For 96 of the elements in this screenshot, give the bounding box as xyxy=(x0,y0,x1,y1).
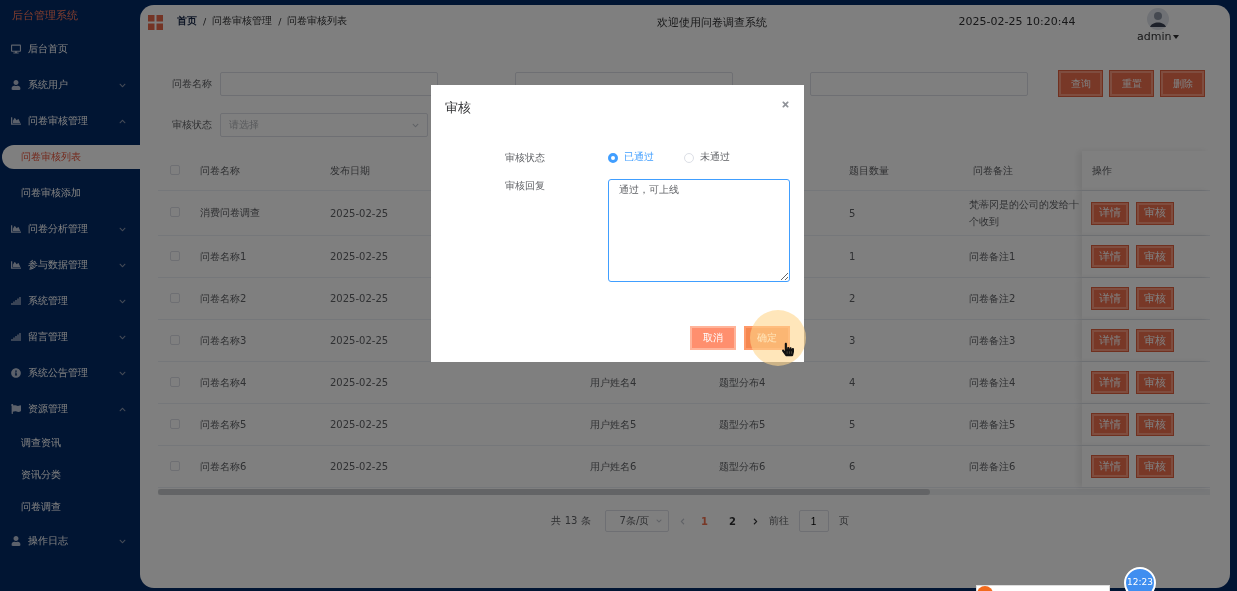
sidebar-subitem[interactable]: 调查资讯 xyxy=(2,431,140,455)
row-action-button[interactable]: 详情 xyxy=(1092,288,1128,309)
dialog-title: 审核 xyxy=(445,100,471,117)
row-action-button[interactable]: 审核 xyxy=(1137,330,1173,351)
column-header: 题目数量 xyxy=(849,164,889,176)
table-cell: 2025-02-25 xyxy=(330,377,389,388)
radio-option[interactable]: 未通过 xyxy=(684,151,730,164)
table-cell: 2025-02-25 xyxy=(330,419,389,430)
breadcrumb-separator: / xyxy=(278,16,282,27)
table-cell: 题型分布5 xyxy=(719,418,766,430)
table-cell-text: 问卷备注6 xyxy=(969,460,1017,474)
table-cell: 问卷名称5 xyxy=(200,418,247,430)
row-action-button[interactable]: 详情 xyxy=(1092,372,1128,393)
table-cell: 问卷名称2 xyxy=(200,292,247,304)
sidebar-subitem[interactable]: 问卷审核添加 xyxy=(2,181,140,205)
table-cell: 问卷名称1 xyxy=(200,250,247,262)
reply-field[interactable]: 通过，可上线 xyxy=(608,179,790,282)
table-cell: 1 xyxy=(849,251,856,262)
app-title: 后台管理系统 xyxy=(11,8,79,24)
action-button[interactable]: 删除 xyxy=(1161,71,1204,96)
table-cell: 消费问卷调查 xyxy=(200,207,260,218)
sidebar-item[interactable]: 系统管理 xyxy=(0,283,140,319)
goto-label: 前往 xyxy=(768,514,789,528)
row-action-button[interactable]: 详情 xyxy=(1092,202,1128,224)
table-cell: 3 xyxy=(849,335,856,346)
total-count: 共 13 条 xyxy=(551,514,591,528)
table-cell: 题型分布4 xyxy=(719,376,766,388)
page-input[interactable]: 1 xyxy=(798,510,829,532)
sidebar-item[interactable]: 问卷分析管理 xyxy=(0,211,140,247)
cancel-button[interactable]: 取消 xyxy=(690,326,736,350)
field-label: 审核状态 xyxy=(172,118,212,132)
table-cell: 用户姓名6 xyxy=(590,460,637,472)
column-header: 发布日期 xyxy=(330,164,370,176)
table-cell: 用户姓名4 xyxy=(590,376,637,388)
table-cell: 2025-02-25 xyxy=(330,335,389,346)
table-cell: 问卷名称6 xyxy=(200,460,247,472)
column-header: 问卷备注 xyxy=(973,164,1013,176)
row-action-button[interactable]: 详情 xyxy=(1092,456,1128,477)
row-action-button[interactable]: 审核 xyxy=(1137,246,1173,267)
breadcrumb-link[interactable]: 首页 xyxy=(177,15,197,28)
sidebar-item[interactable]: 后台首页 xyxy=(0,31,140,67)
table-cell: 2025-02-25 xyxy=(330,207,389,219)
welcome-text: 欢迎使用问卷调查系统 xyxy=(656,15,768,30)
table-cell: 4 xyxy=(849,377,856,388)
sidebar-item[interactable]: 资源管理 xyxy=(0,391,140,427)
row-action-button[interactable]: 审核 xyxy=(1137,414,1173,435)
row-action-button[interactable]: 审核 xyxy=(1137,202,1173,224)
field-label: 审核回复 xyxy=(505,179,546,193)
sidebar-item[interactable]: 留言管理 xyxy=(0,319,140,355)
table-cell: 5 xyxy=(849,207,856,219)
sidebar-subitem[interactable]: 问卷调查 xyxy=(2,495,140,519)
field-label: 问卷名称 xyxy=(172,76,212,91)
table-cell: 6 xyxy=(849,461,856,472)
column-header: 问卷名称 xyxy=(200,164,240,176)
row-action-button[interactable]: 审核 xyxy=(1137,456,1173,477)
action-button[interactable]: 重置 xyxy=(1110,71,1153,96)
table-cell: 题型分布6 xyxy=(719,460,766,472)
field-label: 审核状态 xyxy=(505,151,546,165)
table-cell-text: 问卷备注4 xyxy=(969,376,1017,390)
table-cell: 用户姓名5 xyxy=(590,418,637,430)
page-number[interactable]: 2 xyxy=(723,515,742,527)
sidebar-item[interactable]: 参与数据管理 xyxy=(0,247,140,283)
column-header: 操作 xyxy=(1092,163,1112,178)
sidebar-subitem[interactable]: 问卷审核列表 xyxy=(2,145,140,169)
breadcrumb-separator: / xyxy=(203,16,207,27)
table-cell: 问卷名称3 xyxy=(200,334,247,346)
row-action-button[interactable]: 详情 xyxy=(1092,330,1128,351)
table-cell: 5 xyxy=(849,419,856,430)
sidebar-item[interactable]: 系统用户 xyxy=(0,67,140,103)
datetime-text: 2025-02-25 10:20:44 xyxy=(957,15,1077,28)
table-cell-text: 梵蒂冈是的公司的发给十个收到 xyxy=(969,198,1079,229)
radio-option[interactable]: 已通过 xyxy=(608,151,654,164)
sidebar-item[interactable]: 问卷审核管理 xyxy=(0,103,140,139)
page-size-select[interactable]: 7条/页 xyxy=(604,510,669,532)
table-cell: 问卷名称4 xyxy=(200,376,247,388)
row-action-button[interactable]: 审核 xyxy=(1137,288,1173,309)
sidebar-subitem[interactable]: 资讯分类 xyxy=(2,463,140,487)
table-cell-text: 问卷备注2 xyxy=(969,292,1017,306)
table-cell: 2025-02-25 xyxy=(330,293,389,304)
table-cell: 2 xyxy=(849,293,856,304)
table-cell-text: 问卷备注3 xyxy=(969,334,1017,348)
user-menu[interactable]: admin xyxy=(1137,30,1180,43)
action-button[interactable]: 查询 xyxy=(1059,71,1102,96)
sidebar-item[interactable]: 系统公告管理 xyxy=(0,355,140,391)
sidebar-item[interactable]: 操作日志 xyxy=(0,523,140,559)
table-cell-text: 问卷备注5 xyxy=(969,418,1017,432)
row-action-button[interactable]: 审核 xyxy=(1137,372,1173,393)
breadcrumb-link[interactable]: 问卷审核列表 xyxy=(287,15,348,28)
row-action-button[interactable]: 详情 xyxy=(1092,414,1128,435)
table-cell: 2025-02-25 xyxy=(330,461,389,472)
row-action-button[interactable]: 详情 xyxy=(1092,246,1128,267)
breadcrumb-link[interactable]: 问卷审核管理 xyxy=(212,15,273,28)
table-cell: 2025-02-25 xyxy=(330,251,389,262)
table-cell-text: 问卷备注1 xyxy=(969,250,1017,264)
page-suffix: 页 xyxy=(838,514,849,528)
page-number[interactable]: 1 xyxy=(695,515,714,527)
